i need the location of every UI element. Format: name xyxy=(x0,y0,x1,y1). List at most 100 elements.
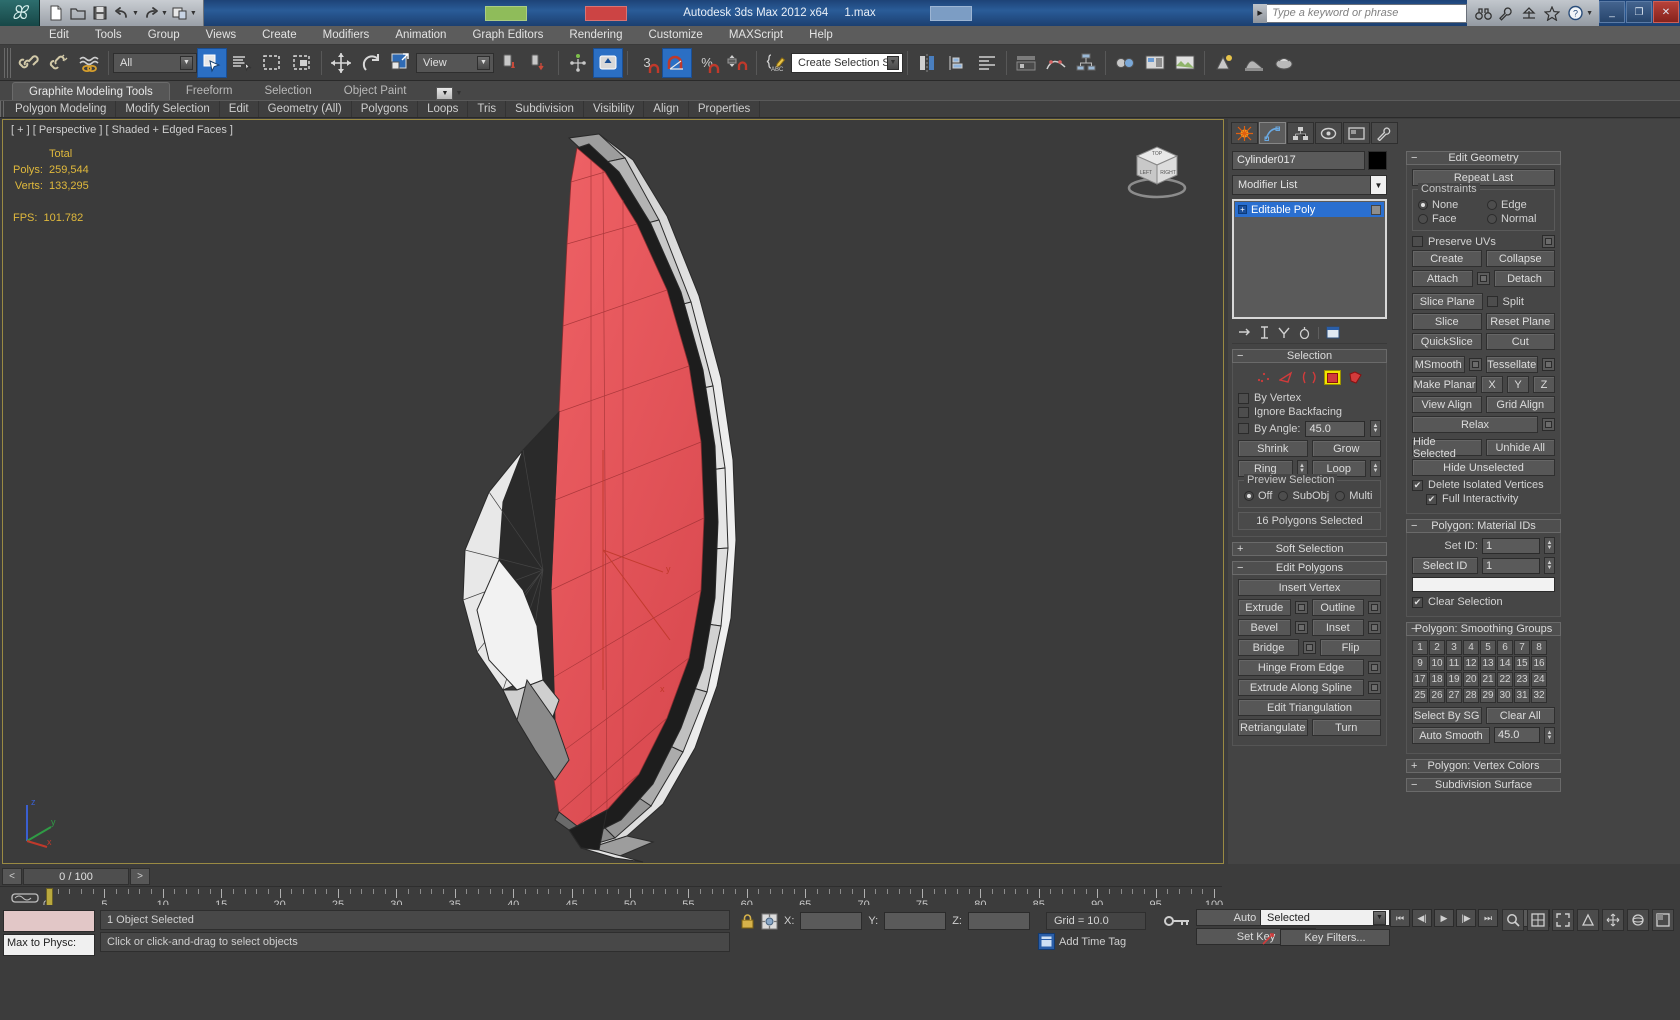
maximize-viewport-icon[interactable] xyxy=(1652,909,1674,931)
add-time-tag-label[interactable]: Add Time Tag xyxy=(1059,936,1126,948)
material-ids-rollout-header[interactable]: − Polygon: Material IDs xyxy=(1406,519,1561,533)
ribbon-panel-visibility[interactable]: Visibility xyxy=(584,101,645,117)
full-interactivity-row[interactable]: ✔ Full Interactivity xyxy=(1412,493,1555,505)
chevron-down-icon-modifier[interactable]: ▼ xyxy=(1370,176,1386,194)
preview-subobj-radio[interactable]: SubObj xyxy=(1278,490,1329,502)
menu-rendering[interactable]: Rendering xyxy=(556,26,635,45)
object-color-swatch[interactable] xyxy=(1368,151,1387,170)
material-editor-icon[interactable] xyxy=(1110,48,1140,78)
configure-modifier-sets-icon[interactable] xyxy=(1326,326,1340,339)
loop-spinner[interactable]: ▲ ▼ xyxy=(1370,460,1381,477)
select-and-move-icon[interactable] xyxy=(326,48,356,78)
select-and-scale-icon[interactable] xyxy=(386,48,416,78)
field-of-view-icon[interactable] xyxy=(1577,909,1599,931)
redo-dropdown-arrow[interactable]: ▼ xyxy=(161,10,168,17)
smoothing-group-4[interactable]: 4 xyxy=(1463,640,1479,655)
constraint-face-radio[interactable]: Face xyxy=(1418,213,1456,225)
chevron-down-icon-2[interactable]: ▼ xyxy=(477,55,490,70)
set-id-spinner[interactable]: ▲ ▼ xyxy=(1544,537,1555,554)
extrude-settings-button[interactable] xyxy=(1294,601,1308,614)
previous-frame-button[interactable]: < xyxy=(2,868,22,885)
ribbon-tab-graphite-modeling-tools[interactable]: Graphite Modeling Tools xyxy=(12,82,170,100)
collapse-icon-selection[interactable]: − xyxy=(1237,350,1243,362)
show-end-result-icon[interactable] xyxy=(1258,326,1271,339)
smoothing-group-17[interactable]: 17 xyxy=(1412,672,1428,687)
make-planar-z-button[interactable]: Z xyxy=(1533,376,1555,393)
sublevel-polygon-icon[interactable] xyxy=(1324,370,1341,385)
smoothing-group-7[interactable]: 7 xyxy=(1514,640,1530,655)
smoothing-group-29[interactable]: 29 xyxy=(1480,688,1496,703)
smoothing-group-11[interactable]: 11 xyxy=(1446,656,1462,671)
angle-snap-value-icon[interactable]: 3 xyxy=(632,48,662,78)
modifier-list-dropdown[interactable]: Modifier List ▼ xyxy=(1232,175,1387,195)
smoothing-group-6[interactable]: 6 xyxy=(1497,640,1513,655)
extrude-button[interactable]: Extrude xyxy=(1238,599,1291,616)
selection-rollout-header[interactable]: − Selection xyxy=(1232,349,1387,363)
outline-button[interactable]: Outline xyxy=(1311,599,1364,616)
window-crossing-icon[interactable] xyxy=(287,48,317,78)
y-field[interactable] xyxy=(884,912,947,930)
create-button[interactable]: Create xyxy=(1412,250,1482,267)
view-align-button[interactable]: View Align xyxy=(1412,396,1482,413)
next-key-button[interactable]: |▶ xyxy=(1456,909,1476,927)
remove-modifier-icon[interactable] xyxy=(1298,326,1311,339)
maxscript-mini-listener[interactable]: Max to Physc: xyxy=(3,910,95,956)
msmooth-button[interactable]: MSmooth xyxy=(1412,356,1465,373)
relax-button[interactable]: Relax xyxy=(1412,416,1538,433)
previous-key-button[interactable]: ◀| xyxy=(1412,909,1432,927)
smoothing-group-9[interactable]: 9 xyxy=(1412,656,1428,671)
smoothing-group-10[interactable]: 10 xyxy=(1429,656,1445,671)
bridge-settings-button[interactable] xyxy=(1303,641,1316,654)
reference-coordinate-dropdown[interactable]: View ▼ xyxy=(416,52,494,73)
search-dropdown-arrow[interactable]: ▶ xyxy=(1253,3,1268,23)
menu-create[interactable]: Create xyxy=(249,26,310,45)
collapse-icon-smoothing-groups[interactable]: − xyxy=(1411,623,1417,635)
play-animation-button[interactable]: ▶ xyxy=(1434,909,1454,927)
constraint-edge-radio[interactable]: Edge xyxy=(1487,199,1549,211)
edit-geometry-rollout-header[interactable]: − Edit Geometry xyxy=(1406,151,1561,165)
selection-lock-icon[interactable] xyxy=(740,913,755,930)
smoothing-group-12[interactable]: 12 xyxy=(1463,656,1479,671)
make-planar-button[interactable]: Make Planar xyxy=(1412,376,1477,393)
insert-vertex-button[interactable]: Insert Vertex xyxy=(1238,579,1381,596)
key-mode-icon[interactable] xyxy=(1162,911,1192,931)
clear-selection-row[interactable]: ✔ Clear Selection xyxy=(1412,596,1555,608)
ignore-backfacing-checkbox-row[interactable]: Ignore Backfacing xyxy=(1238,406,1381,418)
clear-selection-checkbox[interactable]: ✔ xyxy=(1412,596,1423,608)
ribbon-minimize-icon[interactable]: ▼ xyxy=(436,87,454,100)
msmooth-settings-button[interactable] xyxy=(1468,358,1482,371)
viewport-label[interactable]: [ + ] [ Perspective ] [ Shaded + Edged F… xyxy=(11,124,233,136)
hide-selected-button[interactable]: Hide Selected xyxy=(1412,436,1482,460)
rectangular-selection-region-icon[interactable] xyxy=(257,48,287,78)
render-setup-icon[interactable] xyxy=(1140,48,1170,78)
utilities-tab[interactable] xyxy=(1371,122,1398,144)
outline-settings-button[interactable] xyxy=(1368,601,1381,614)
auto-smooth-button[interactable]: Auto Smooth xyxy=(1412,727,1490,744)
toolbar-grip[interactable] xyxy=(4,47,11,78)
render-production-icon[interactable] xyxy=(1209,48,1239,78)
delete-isolated-vertices-row[interactable]: ✔ Delete Isolated Vertices xyxy=(1412,479,1555,491)
collapse-icon-material-ids[interactable]: − xyxy=(1411,520,1417,532)
reset-plane-button[interactable]: Reset Plane xyxy=(1485,313,1555,330)
search-box[interactable]: ▶ Type a keyword or phrase xyxy=(1253,0,1468,26)
preserve-uvs-checkbox[interactable] xyxy=(1412,236,1423,247)
menu-graph-editors[interactable]: Graph Editors xyxy=(459,26,556,45)
make-unique-icon[interactable] xyxy=(1278,326,1291,339)
expand-stack-icon[interactable]: + xyxy=(1238,205,1247,214)
align-objects-icon[interactable] xyxy=(942,48,972,78)
smoothing-group-25[interactable]: 25 xyxy=(1412,688,1428,703)
smoothing-groups-rollout-header[interactable]: − Polygon: Smoothing Groups xyxy=(1406,622,1561,636)
preview-multi-radio[interactable]: Multi xyxy=(1335,490,1372,502)
attach-settings-button[interactable] xyxy=(1477,272,1490,285)
by-vertex-checkbox[interactable] xyxy=(1238,392,1249,404)
select-id-value[interactable]: 1 xyxy=(1482,557,1540,574)
modify-tab[interactable] xyxy=(1259,122,1286,144)
by-angle-row[interactable]: By Angle: 45.0 ▲ ▼ xyxy=(1238,420,1381,437)
inset-settings-button[interactable] xyxy=(1368,621,1381,634)
display-tab[interactable] xyxy=(1343,122,1370,144)
hinge-from-edge-button[interactable]: Hinge From Edge xyxy=(1238,659,1364,676)
attach-button[interactable]: Attach xyxy=(1412,270,1473,287)
smoothing-group-23[interactable]: 23 xyxy=(1514,672,1530,687)
smoothing-group-8[interactable]: 8 xyxy=(1531,640,1547,655)
sublevel-vertex-icon[interactable] xyxy=(1255,370,1272,385)
